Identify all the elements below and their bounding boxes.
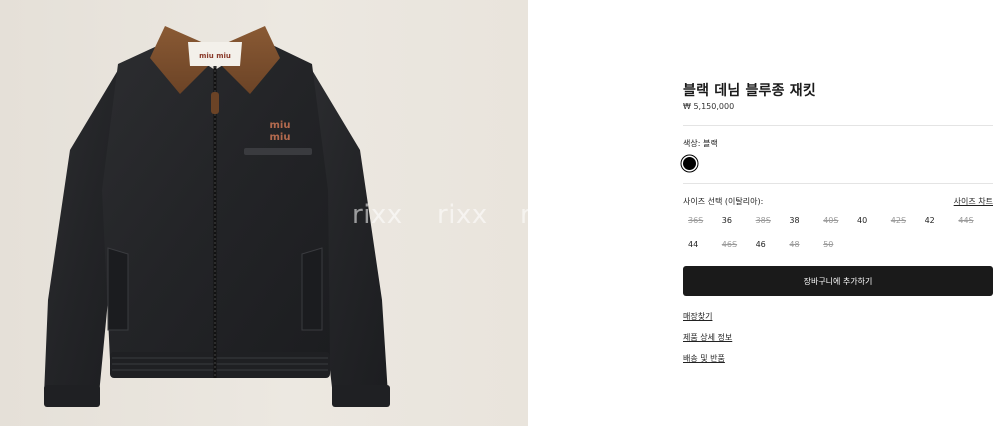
product-price: ₩ 5,150,000 <box>683 102 735 111</box>
shipping-returns-link[interactable]: 배송 및 반품 <box>683 353 725 364</box>
watermark-text: r <box>520 200 528 230</box>
watermark-text: rixx <box>352 200 403 230</box>
size-option[interactable]: 42S <box>886 213 920 229</box>
svg-text:miu: miu <box>270 132 291 143</box>
size-option[interactable]: 46 <box>751 237 785 253</box>
product-details-link[interactable]: 제품 상세 정보 <box>683 332 732 343</box>
size-options: 36S 36 38S 38 40S 40 42S 42 44S 44 46S 46 48 50 <box>683 213 993 253</box>
divider <box>683 183 993 184</box>
size-option[interactable]: 44 <box>683 237 717 253</box>
color-label: 색상: 블랙 <box>683 139 718 148</box>
size-option[interactable]: 44S <box>953 213 987 229</box>
size-option[interactable]: 48 <box>784 237 818 253</box>
divider <box>683 125 993 126</box>
product-title: 블랙 데님 블루종 재킷 <box>683 83 816 99</box>
size-option[interactable]: 46S <box>717 237 751 253</box>
product-image: miu miu miu miu rixx rixx r <box>0 0 528 426</box>
size-label: 사이즈 선택 (이탈리아): <box>683 197 764 206</box>
size-option[interactable]: 40S <box>818 213 852 229</box>
store-finder-link[interactable]: 매장찾기 <box>683 311 712 322</box>
watermark-text: rixx <box>437 200 488 230</box>
size-option[interactable]: 38 <box>784 213 818 229</box>
color-swatch-black[interactable] <box>683 157 696 170</box>
svg-text:miu: miu <box>270 120 291 131</box>
svg-text:miu miu: miu miu <box>199 52 231 60</box>
size-option[interactable]: 38S <box>751 213 785 229</box>
size-option[interactable]: 36 <box>717 213 751 229</box>
size-chart-link[interactable]: 사이즈 차트 <box>954 196 993 207</box>
size-option[interactable]: 40 <box>852 213 886 229</box>
product-info-panel: 블랙 데님 블루종 재킷 ₩ 5,150,000 색상: 블랙 사이즈 선택 (… <box>683 0 993 426</box>
size-option[interactable]: 42 <box>920 213 954 229</box>
add-to-cart-button[interactable]: 장바구니에 추가하기 <box>683 266 993 296</box>
size-option[interactable]: 50 <box>818 237 852 253</box>
size-option[interactable]: 36S <box>683 213 717 229</box>
